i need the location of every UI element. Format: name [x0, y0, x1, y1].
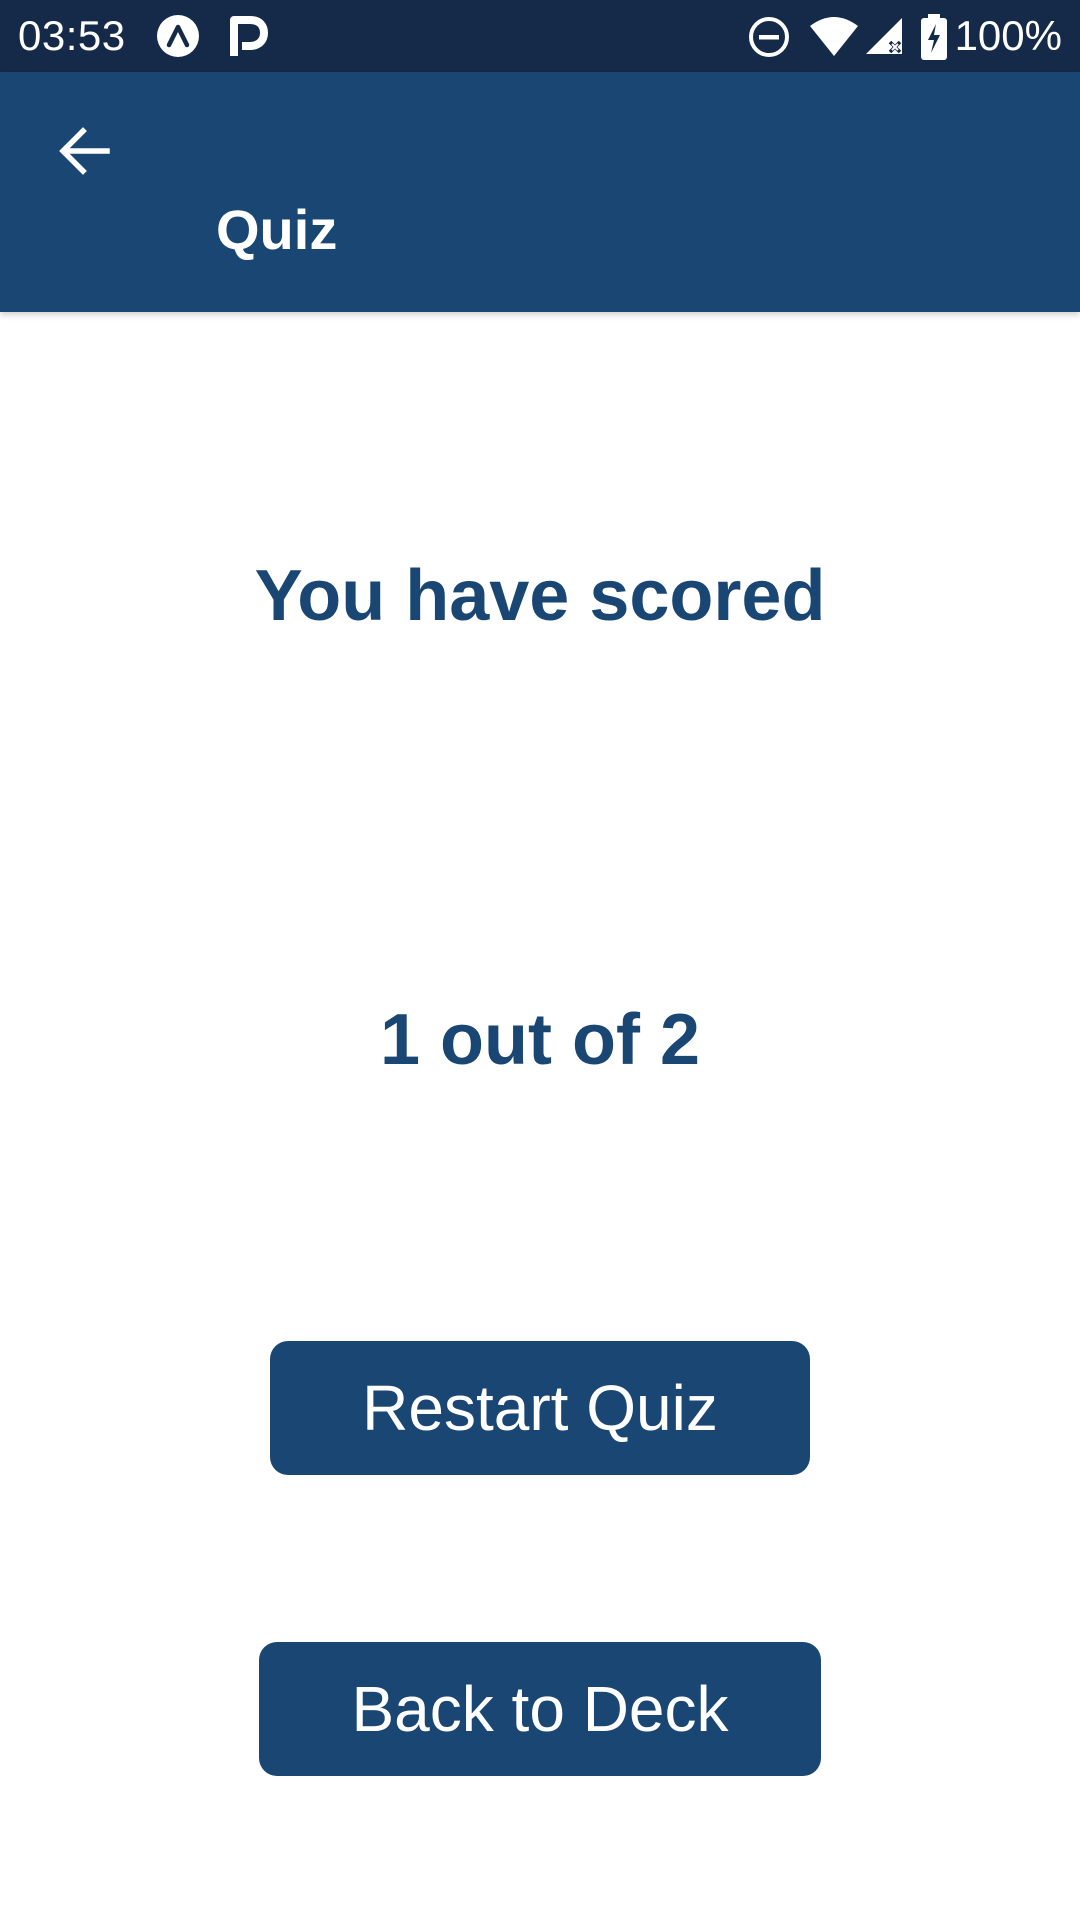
cell-signal-icon: [862, 14, 908, 60]
back-to-deck-label: Back to Deck: [351, 1673, 729, 1745]
battery-charging-icon: [920, 14, 948, 60]
score-heading: You have scored: [254, 556, 826, 636]
page-title: Quiz: [216, 198, 338, 261]
restart-quiz-label: Restart Quiz: [362, 1372, 718, 1444]
do-not-disturb-icon: [746, 14, 792, 60]
score-value: 1 out of 2: [380, 1000, 700, 1080]
p-app-icon: [226, 14, 270, 58]
back-button[interactable]: [42, 110, 128, 196]
back-to-deck-button[interactable]: Back to Deck: [259, 1642, 821, 1776]
wifi-icon: [808, 14, 860, 60]
arrow-back-icon: [57, 123, 113, 184]
status-bar: 03:53 100%: [0, 0, 1080, 72]
expo-icon: [156, 14, 200, 58]
restart-quiz-button[interactable]: Restart Quiz: [270, 1341, 810, 1475]
battery-percentage: 100%: [954, 12, 1062, 59]
app-bar: Quiz: [0, 72, 1080, 312]
status-time: 03:53: [18, 12, 126, 59]
